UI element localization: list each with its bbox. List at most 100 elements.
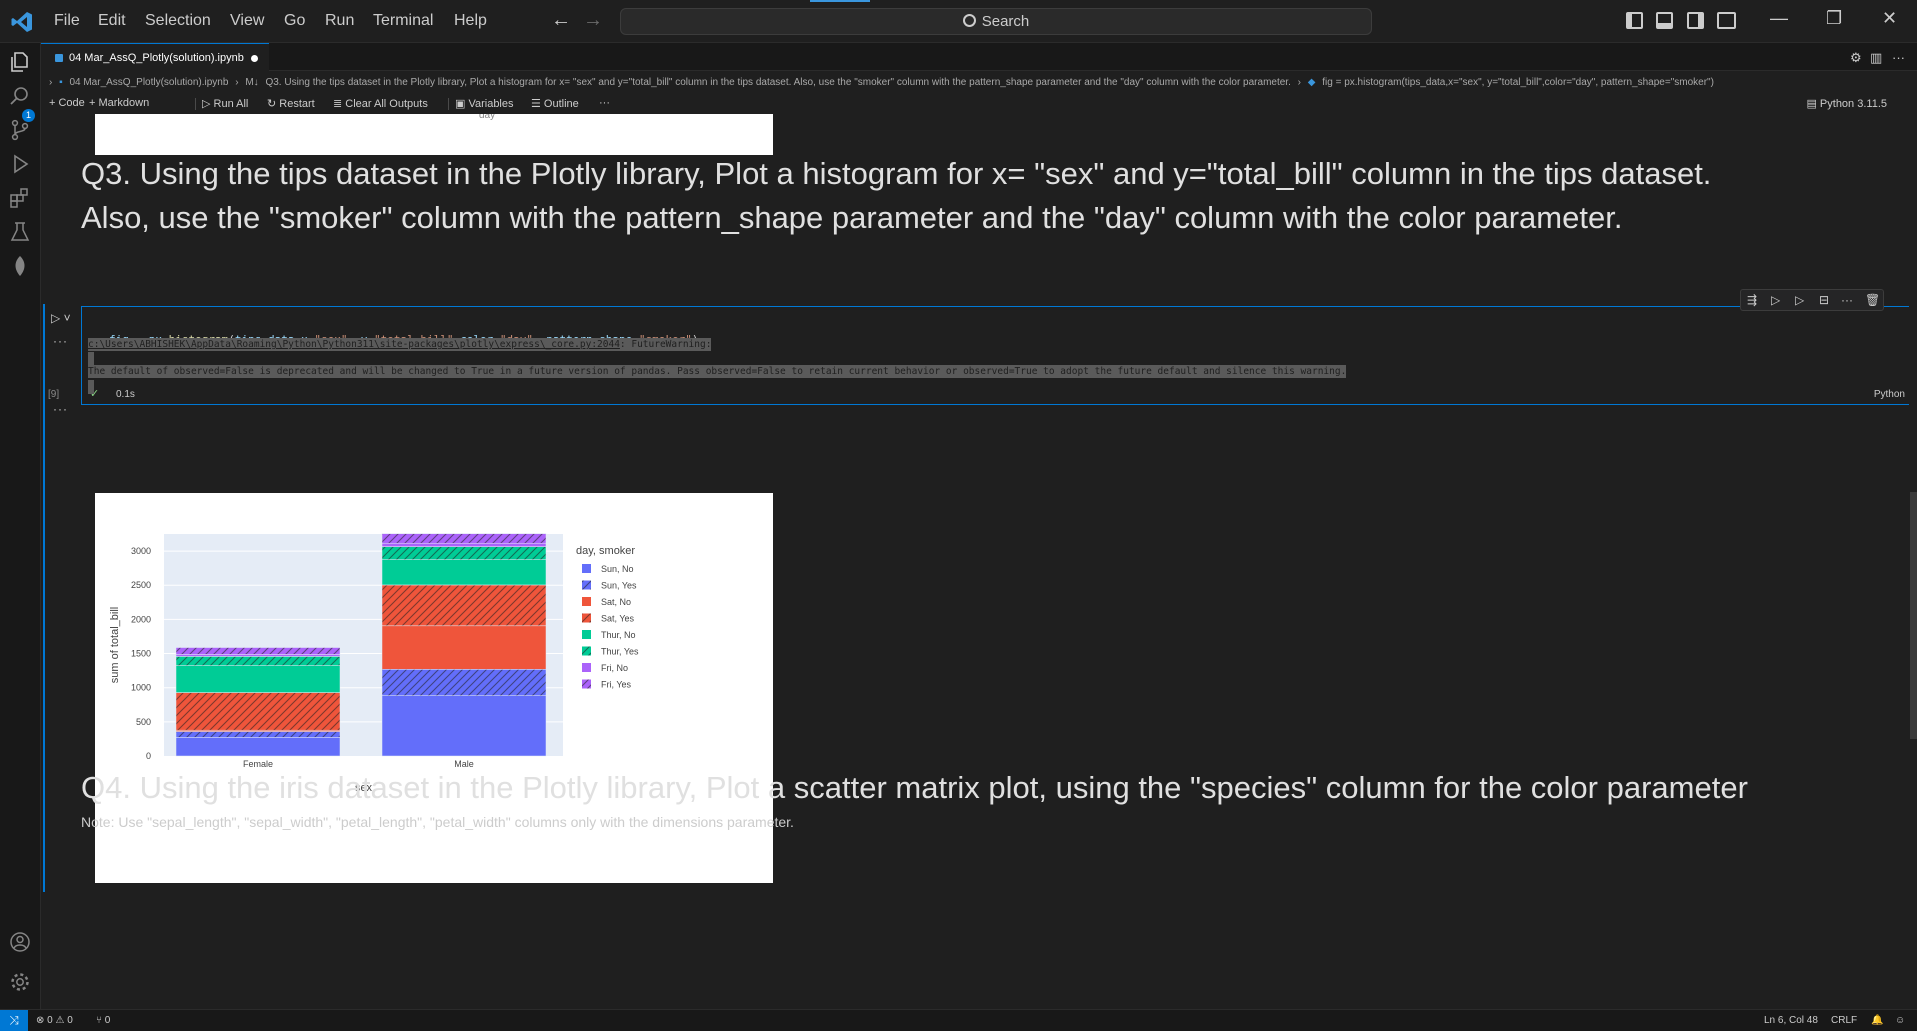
bar-segment[interactable] [381,542,547,547]
legend-item[interactable]: Fri, No [601,663,628,673]
extensions-icon[interactable] [9,187,31,209]
clear-all-outputs-button[interactable]: ≣ Clear All Outputs [333,97,428,110]
split-editor-icon[interactable]: ▥ [1870,50,1882,66]
unsaved-dot-icon[interactable] [251,55,258,62]
explorer-icon[interactable] [9,51,31,73]
settings-gear-icon[interactable] [9,971,31,993]
leaf-icon[interactable] [9,255,31,277]
toggle-sidebar-icon[interactable] [1626,12,1643,29]
code-cell[interactable] [81,306,1917,405]
forward-arrow-icon[interactable]: → [583,9,603,32]
legend-swatch[interactable] [582,597,591,606]
editor-scrollbar-thumb[interactable] [1910,492,1917,739]
legend-swatch[interactable] [582,630,591,639]
account-icon[interactable] [9,931,31,953]
copilot-icon[interactable]: ☺ [1895,1015,1905,1026]
breadcrumb-code[interactable]: fig = px.histogram(tips_data,x="sex", y=… [1322,77,1714,88]
explorer-badge: 1 [22,109,35,122]
bar-segment[interactable] [381,584,547,627]
bar-segment[interactable] [175,665,341,693]
ports-indicator[interactable]: ⑂ 0 [96,1015,110,1026]
menu-help[interactable]: Help [454,12,487,30]
legend-item[interactable]: Sun, Yes [601,581,637,591]
legend-item[interactable]: Thur, No [601,630,636,640]
bar-segment[interactable] [175,654,341,657]
split-cell-icon[interactable]: ⊟ [1819,293,1829,307]
tab-notebook[interactable]: 04 Mar_AssQ_Plotly(solution).ipynb [41,43,269,71]
legend-swatch[interactable] [582,679,591,689]
run-cell-button[interactable]: ▷ ˅ [51,311,71,325]
bar-segment[interactable] [175,656,341,666]
outline-button[interactable]: ☰ Outline [531,97,579,110]
run-all-button[interactable]: ▷ Run All [202,97,248,110]
more-actions-icon[interactable]: ··· [1892,50,1905,65]
bar-segment[interactable] [381,533,547,544]
warning-path-link[interactable]: c:\Users\ABHISHEK\AppData\Roaming\Python… [88,339,620,350]
warning-line-1: c:\Users\ABHISHEK\AppData\Roaming\Python… [88,338,712,351]
restore-icon[interactable]: ❐ [1826,8,1842,29]
bar-segment[interactable] [381,669,547,696]
menu-go[interactable]: Go [284,12,305,30]
menu-terminal[interactable]: Terminal [373,12,433,30]
execute-above-icon[interactable]: ▷ [1771,293,1780,307]
close-icon[interactable]: ✕ [1882,8,1897,29]
add-markdown-button[interactable]: + Markdown [89,97,149,109]
notifications-bell-icon[interactable]: 🔔 [1871,1015,1883,1026]
bar-segment[interactable] [175,692,341,731]
customize-layout-icon[interactable] [1717,12,1736,29]
legend-item[interactable]: Fri, Yes [601,680,632,690]
legend-swatch[interactable] [582,564,591,573]
breadcrumb-section[interactable]: Q3. Using the tips dataset in the Plotly… [265,77,1290,88]
more-toolbar-button[interactable]: ··· [599,97,610,109]
run-by-line-icon[interactable]: ⇶ [1747,293,1757,307]
more-cell-actions-icon[interactable]: ··· [1841,293,1853,307]
legend-item[interactable]: Thur, Yes [601,647,639,657]
menu-file[interactable]: File [54,12,80,30]
bar-segment[interactable] [175,731,341,738]
bar-segment[interactable] [381,625,547,670]
output-more-icon[interactable]: ··· [53,402,68,416]
cell-language[interactable]: Python [1874,389,1905,400]
legend-item[interactable]: Sat, Yes [601,614,635,624]
delete-cell-icon[interactable]: 🗑 [1865,293,1880,307]
legend-swatch[interactable] [582,580,591,590]
bar-segment[interactable] [381,695,547,757]
menu-edit[interactable]: Edit [98,12,126,30]
bar-segment[interactable] [175,647,341,655]
restart-button[interactable]: ↻ Restart [267,97,315,110]
search-icon[interactable] [9,85,31,107]
cursor-position[interactable]: Ln 6, Col 48 [1764,1015,1818,1026]
previous-plot-axis-label: day [479,114,496,121]
back-arrow-icon[interactable]: ← [551,9,571,32]
legend-item[interactable]: Sat, No [601,597,631,607]
toolbar-divider [448,98,449,110]
breadcrumb-file[interactable]: 04 Mar_AssQ_Plotly(solution).ipynb [69,77,228,88]
bar-segment[interactable] [381,559,547,586]
testing-flask-icon[interactable] [9,221,31,243]
menu-run[interactable]: Run [325,12,354,30]
legend-swatch[interactable] [582,613,591,623]
command-center-search[interactable]: Search [620,8,1372,35]
minimize-icon[interactable]: — [1770,8,1788,29]
bar-segment[interactable] [175,737,341,757]
editor-tab-bar: 04 Mar_AssQ_Plotly(solution).ipynb ⚙ ▥ ·… [41,43,1917,71]
execute-below-icon[interactable]: ▷ [1795,293,1804,307]
problems-indicator[interactable]: ⊗ 0 ⚠ 0 [36,1015,73,1026]
run-debug-icon[interactable] [9,153,31,175]
menu-view[interactable]: View [230,12,264,30]
menu-selection[interactable]: Selection [145,12,211,30]
add-code-button[interactable]: + Code [49,97,85,109]
toggle-panel-icon[interactable] [1656,12,1673,29]
source-control-icon[interactable] [9,119,31,141]
kernel-picker[interactable]: ▤ Python 3.11.5 [1806,97,1887,110]
legend-swatch[interactable] [582,663,591,672]
gear-icon[interactable]: ⚙ [1850,50,1862,66]
line-ending[interactable]: CRLF [1831,1015,1857,1026]
legend-swatch[interactable] [582,646,591,656]
remote-indicator-icon[interactable]: ⤨ [0,1010,28,1031]
variables-button[interactable]: ▣ Variables [455,97,514,110]
toggle-secondary-sidebar-icon[interactable] [1687,12,1704,29]
legend-item[interactable]: Sun, No [601,564,634,574]
bar-segment[interactable] [381,546,547,560]
output-more-icon[interactable]: ··· [53,334,68,348]
